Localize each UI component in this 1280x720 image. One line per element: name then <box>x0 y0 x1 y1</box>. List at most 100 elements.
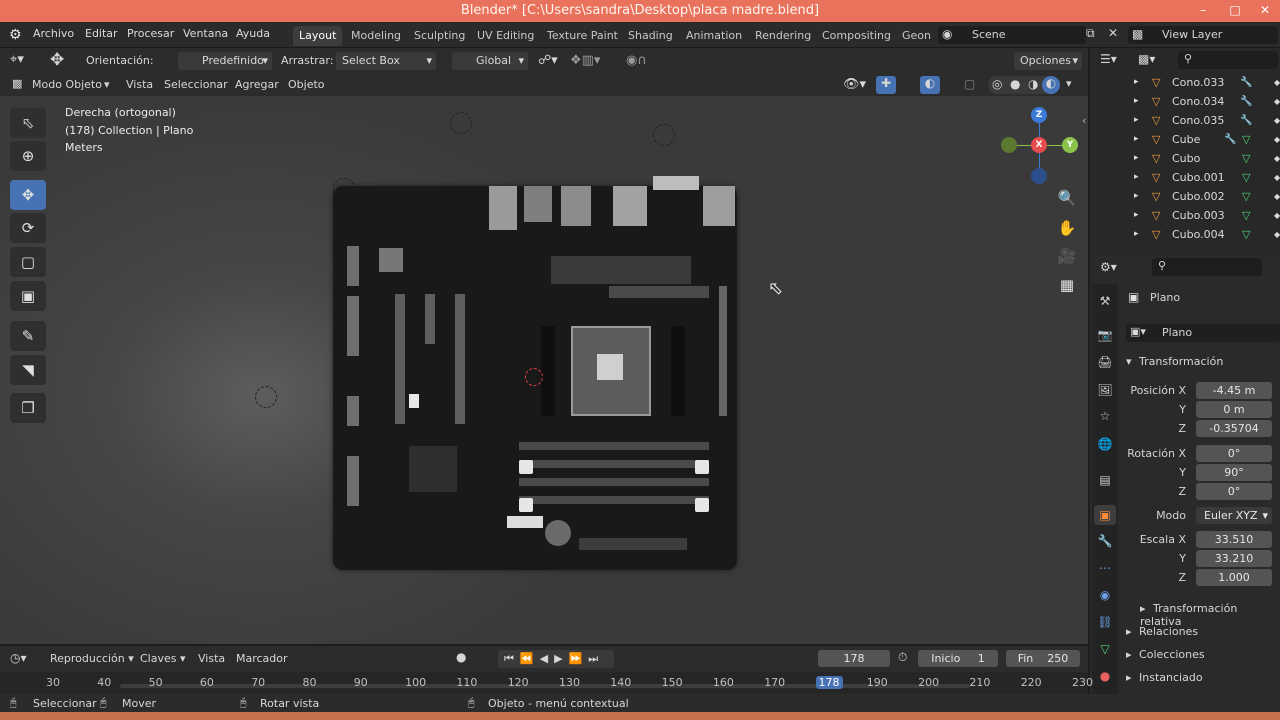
jump-end-icon[interactable]: ⏭ <box>588 652 604 665</box>
modifier-wrench-icon[interactable]: 🔧 <box>1224 130 1236 149</box>
rendered-shading-icon[interactable]: ◐ <box>1042 76 1060 94</box>
render-tab-icon[interactable]: 📷 <box>1094 325 1116 345</box>
chevron-right-icon[interactable]: ▸ <box>1134 92 1139 111</box>
chevron-right-icon[interactable]: ▸ <box>1134 149 1139 168</box>
orientation-dropdown[interactable]: Predefinido ▾ <box>178 52 272 70</box>
menu-add[interactable]: Agregar <box>235 78 279 91</box>
gizmo-y-axis[interactable]: Y <box>1062 137 1078 153</box>
modifier-wrench-icon[interactable]: 🔧 <box>1240 73 1252 92</box>
play-icon[interactable]: ▶ <box>554 652 568 665</box>
mesh-data-icon[interactable]: ▽ <box>1242 225 1250 244</box>
tab-geometry-nodes[interactable]: Geon <box>896 26 937 46</box>
chevron-right-icon[interactable]: ▸ <box>1134 130 1139 149</box>
position-z-field[interactable]: -0.35704 <box>1196 420 1272 437</box>
material-preview-icon[interactable]: ◑ <box>1028 77 1038 91</box>
zoom-icon[interactable]: 🔍 <box>1055 186 1079 210</box>
chevron-right-icon[interactable]: ▸ <box>1134 168 1139 187</box>
next-keyframe-icon[interactable]: ⏩ <box>569 652 589 665</box>
select-box-tool[interactable]: ⬁ <box>10 108 46 138</box>
physics-tab-icon[interactable]: ◉ <box>1094 585 1116 605</box>
outliner-editor-icon[interactable]: ☰▾ <box>1100 52 1117 66</box>
pan-hand-icon[interactable]: ✋ <box>1055 216 1079 240</box>
cursor-tool[interactable]: ⊕ <box>10 141 46 171</box>
properties-editor-icon[interactable]: ⚙▾ <box>1100 260 1117 274</box>
world-tab-icon[interactable]: 🌐 <box>1094 434 1116 454</box>
visibility-dot-icon[interactable]: ◆ <box>1274 73 1280 92</box>
position-y-field[interactable]: 0 m <box>1196 401 1272 418</box>
menu-render[interactable]: Procesar <box>127 27 174 40</box>
scale-z-field[interactable]: 1.000 <box>1196 569 1272 586</box>
visibility-dot-icon[interactable]: ◆ <box>1274 130 1280 149</box>
visibility-dot-icon[interactable]: ◆ <box>1274 168 1280 187</box>
outliner-item[interactable]: ▸ ▽ Cube 🔧 ▽ ◆ <box>1090 130 1280 149</box>
scale-tool[interactable]: ▢ <box>10 247 46 277</box>
data-tab-icon[interactable]: ▽ <box>1094 639 1116 659</box>
camera-view-icon[interactable]: 🎥 <box>1055 244 1079 268</box>
menu-window[interactable]: Ventana <box>183 27 228 40</box>
tab-compositing[interactable]: Compositing <box>816 26 897 46</box>
outliner-item[interactable]: ▸ ▽ Cubo.003 ▽ ◆ <box>1090 206 1280 225</box>
wireframe-shading-icon[interactable]: ◎ <box>992 77 1002 91</box>
grid-toggle-icon[interactable]: ▦ <box>1055 273 1079 297</box>
relations-section[interactable]: ▸ Relaciones <box>1126 625 1198 638</box>
overlay-toggle-icon[interactable]: ◐ <box>920 76 940 94</box>
outliner-item[interactable]: ▸ ▽ Cubo.001 ▽ ◆ <box>1090 168 1280 187</box>
empty-object-marker[interactable] <box>450 112 472 134</box>
outliner-item[interactable]: ▸ ▽ Cono.035 🔧 ◆ <box>1090 111 1280 130</box>
gizmo-neg-z-axis[interactable] <box>1031 168 1047 184</box>
chevron-right-icon[interactable]: ▸ <box>1134 73 1139 92</box>
material-tab-icon[interactable]: ● <box>1094 666 1116 686</box>
sidebar-toggle-icon[interactable]: ‹ <box>1082 114 1086 127</box>
pivot-point-icon[interactable]: ☍▾ <box>538 53 558 68</box>
chevron-right-icon[interactable]: ▸ <box>1134 225 1139 244</box>
chevron-right-icon[interactable]: ▸ <box>1134 111 1139 130</box>
object-name-field[interactable]: ▣▾ Plano <box>1126 324 1280 342</box>
gizmo-neg-y-axis[interactable] <box>1001 137 1017 153</box>
add-cube-tool[interactable]: ❐ <box>10 393 46 423</box>
timeline-editor-icon[interactable]: ◷▾ <box>10 651 27 665</box>
menu-playback[interactable]: Reproducción ▾ <box>50 652 134 665</box>
menu-help[interactable]: Ayuda <box>236 27 270 40</box>
prev-keyframe-icon[interactable]: ⏪ <box>520 652 540 665</box>
chevron-right-icon[interactable]: ▸ <box>1134 187 1139 206</box>
maximize-icon[interactable]: □ <box>1220 0 1250 22</box>
drag-dropdown[interactable]: Select Box ▾ <box>336 52 436 70</box>
modifier-wrench-icon[interactable]: 🔧 <box>1240 111 1252 130</box>
particles-tab-icon[interactable]: ⋯ <box>1094 558 1116 578</box>
modifier-tab-icon[interactable]: 🔧 <box>1094 531 1116 551</box>
move-tool[interactable]: ✥ <box>10 180 46 210</box>
transform-orientation-dropdown[interactable]: Global ▾ <box>452 52 528 70</box>
mesh-data-icon[interactable]: ▽ <box>1242 168 1250 187</box>
outliner-item[interactable]: ▸ ▽ Cubo.002 ▽ ◆ <box>1090 187 1280 206</box>
gizmo-x-axis[interactable]: X <box>1031 137 1047 153</box>
current-frame-indicator[interactable]: 178 <box>815 676 843 689</box>
visibility-dot-icon[interactable]: ◆ <box>1274 225 1280 244</box>
tab-modeling[interactable]: Modeling <box>345 26 407 46</box>
tab-layout[interactable]: Layout <box>293 26 343 46</box>
tab-sculpting[interactable]: Sculpting <box>408 26 471 46</box>
gizmo-z-axis[interactable]: Z <box>1031 107 1047 123</box>
mesh-data-icon[interactable]: ▽ <box>1242 130 1250 149</box>
collection-tab-icon[interactable]: ▤ <box>1094 470 1116 490</box>
empty-object-marker[interactable] <box>653 124 675 146</box>
mesh-data-icon[interactable]: ▽ <box>1242 149 1250 168</box>
rotation-mode-dropdown[interactable]: Euler XYZ ▾ <box>1196 507 1272 524</box>
position-x-field[interactable]: -4.45 m <box>1196 382 1272 399</box>
display-mode-icon[interactable]: ▩▾ <box>1138 52 1155 66</box>
collections-section[interactable]: ▸ Colecciones <box>1126 648 1205 661</box>
rotation-y-field[interactable]: 90° <box>1196 464 1272 481</box>
solid-shading-icon[interactable]: ● <box>1010 77 1020 91</box>
blender-logo-icon[interactable]: ⚙ <box>9 27 25 43</box>
visibility-dot-icon[interactable]: ◆ <box>1274 111 1280 130</box>
end-frame-field[interactable]: Fin 250 <box>1006 650 1080 667</box>
outliner-item[interactable]: ▸ ▽ Cono.033 🔧 ◆ <box>1090 73 1280 92</box>
motherboard-model[interactable] <box>333 176 737 570</box>
object-tab-icon[interactable]: ▣ <box>1094 505 1116 525</box>
tool-tab-icon[interactable]: ⚒ <box>1094 291 1116 311</box>
empty-object-marker[interactable] <box>255 386 277 408</box>
proportional-edit-icon[interactable]: ◉∩ <box>626 53 647 68</box>
instancing-section[interactable]: ▸ Instanciado <box>1126 671 1203 684</box>
xray-toggle-icon[interactable]: ▢ <box>964 77 975 91</box>
timeline-scrollbar[interactable] <box>120 684 970 688</box>
scene-selector[interactable]: ◉ Scene <box>938 26 1086 44</box>
